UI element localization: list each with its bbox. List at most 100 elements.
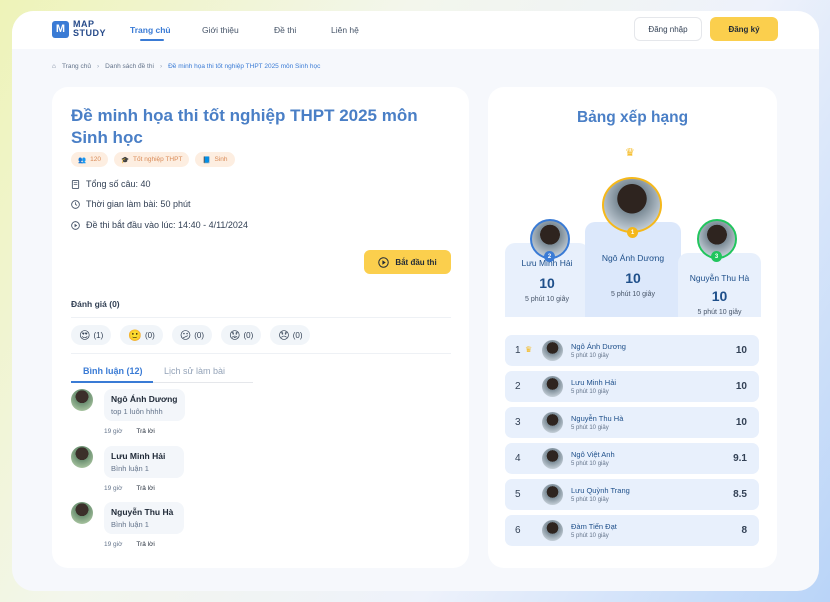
row-rank: 5 [515, 489, 521, 500]
play-circle-icon [378, 256, 390, 268]
tab-underline [153, 382, 253, 383]
leaderboard-row[interactable]: 3 Nguyễn Thu Hà 5 phút 10 giây 10 [505, 407, 759, 438]
logo[interactable]: M MAP STUDY [52, 20, 106, 38]
start-exam-label: Bắt đầu thi [395, 257, 437, 267]
divider [71, 353, 451, 354]
row-rank: 3 [515, 417, 521, 428]
reply-link[interactable]: Trả lời [136, 541, 154, 548]
podium-time: 5 phút 10 giây [611, 291, 655, 298]
nav-about[interactable]: Giới thiệu [202, 25, 252, 35]
comment-bubble: Ngô Ánh Dương top 1 luôn hhhh [104, 389, 185, 421]
row-rank: 4 [515, 453, 521, 464]
avatar [542, 412, 563, 433]
podium-third[interactable]: Nguyễn Thu Hà 10 5 phút 10 giây [678, 253, 761, 317]
home-icon[interactable]: ⌂ [52, 63, 56, 70]
avatar [542, 376, 563, 397]
reply-link[interactable]: Trả lời [136, 428, 154, 435]
comment-author[interactable]: Nguyễn Thu Hà [111, 507, 177, 517]
info-duration: Thời gian làm bài: 50 phút [71, 199, 190, 209]
leaderboard-row[interactable]: 5 Lưu Quỳnh Trang 5 phút 10 giây 8.5 [505, 479, 759, 510]
register-button[interactable]: Đăng ký [710, 17, 778, 41]
app-frame: M MAP STUDY Trang chủ Giới thiệu Đề thi … [12, 11, 819, 591]
avatar[interactable] [71, 502, 93, 524]
reaction-count: (0) [292, 330, 303, 340]
row-name: Nguyễn Thu Hà [571, 414, 624, 423]
comment-bubble: Nguyễn Thu Hà Bình luận 1 [104, 502, 184, 534]
row-rank: 1 [515, 345, 521, 356]
row-rank: 2 [515, 381, 521, 392]
confused-emoji-icon: 😕 [179, 329, 192, 342]
breadcrumb-item-exam-list[interactable]: Danh sách đề thi [105, 63, 154, 70]
crown-icon: ♛ [525, 345, 533, 354]
comment-item: Nguyễn Thu Hà Bình luận 1 19 giờ Trả lời [71, 502, 431, 558]
top-header: M MAP STUDY Trang chủ Giới thiệu Đề thi … [12, 11, 819, 49]
clock-icon [71, 199, 80, 209]
podium-time: 5 phút 10 giây [525, 296, 569, 303]
comment-meta: 19 giờ Trả lời [104, 541, 155, 548]
leaderboard-row[interactable]: 4 Ngô Việt Anh 5 phút 10 giây 9.1 [505, 443, 759, 474]
start-exam-button[interactable]: Bắt đầu thi [364, 250, 451, 274]
row-name: Lưu Minh Hải [571, 378, 617, 387]
nav-exams[interactable]: Đề thi [274, 25, 314, 35]
comment-text: top 1 luôn hhhh [111, 407, 163, 416]
login-button[interactable]: Đăng nhập [634, 17, 702, 41]
leaderboard-title: Bảng xếp hạng [576, 109, 689, 126]
row-time: 5 phút 10 giây [571, 497, 609, 503]
smile-emoji-icon: 🙂 [128, 329, 142, 342]
exam-tags: 👥 120 🎓 Tốt nghiệp THPT 📘 Sinh [71, 152, 235, 167]
info-questions: Tổng số câu: 40 [71, 179, 151, 189]
podium-score: 10 [625, 270, 641, 286]
reaction-count: (1) [93, 330, 104, 340]
reply-link[interactable]: Trả lời [136, 485, 154, 492]
divider [71, 317, 451, 318]
tag-category-label: Tốt nghiệp THPT [133, 156, 183, 163]
row-score: 8 [741, 525, 747, 536]
comment-author[interactable]: Ngô Ánh Dương [111, 394, 178, 404]
reaction-love[interactable]: 😍 (1) [71, 325, 112, 345]
leaderboard-row[interactable]: 1 ♛ Ngô Ánh Dương 5 phút 10 giây 10 [505, 335, 759, 366]
row-time: 5 phút 10 giây [571, 533, 609, 539]
exam-card: Đề minh họa thi tốt nghiệp THPT 2025 môn… [52, 87, 469, 568]
breadcrumb-separator-icon: › [96, 63, 100, 70]
reaction-smile[interactable]: 🙂 (0) [120, 325, 163, 345]
row-score: 10 [735, 345, 747, 356]
comment-meta: 19 giờ Trả lời [104, 428, 155, 435]
reaction-sad[interactable]: 😞 (0) [270, 325, 311, 345]
rating-label: Đánh giá (0) [71, 299, 120, 309]
exam-title: Đề minh họa thi tốt nghiệp THPT 2025 môn… [71, 106, 418, 147]
logo-line2: STUDY [73, 28, 107, 38]
comment-item: Lưu Minh Hải Bình luận 1 19 giờ Trả lời [71, 446, 431, 502]
users-icon: 👥 [78, 156, 87, 164]
crown-icon: ♛ [625, 147, 635, 159]
leaderboard-row[interactable]: 2 Lưu Minh Hải 5 phút 10 giây 10 [505, 371, 759, 402]
row-name: Đàm Tiến Đạt [571, 522, 617, 531]
row-time: 5 phút 10 giây [571, 461, 609, 467]
avatar [542, 484, 563, 505]
avatar [542, 340, 563, 361]
comment-author[interactable]: Lưu Minh Hải [111, 451, 177, 461]
avatar[interactable] [71, 446, 93, 468]
row-name: Lưu Quỳnh Trang [571, 486, 630, 495]
row-score: 9.1 [733, 453, 747, 464]
comment-text: Bình luận 1 [111, 464, 149, 473]
nav-contact[interactable]: Liên hệ [331, 25, 371, 35]
comment-text: Bình luận 1 [111, 520, 149, 529]
tag-attempts-label: 120 [90, 156, 101, 163]
reaction-worried[interactable]: 😟 (0) [220, 325, 262, 345]
avatar[interactable] [71, 389, 93, 411]
leaderboard-row[interactable]: 6 Đàm Tiến Đạt 5 phút 10 giây 8 [505, 515, 759, 546]
reaction-list: 😍 (1) 🙂 (0) 😕 (0) 😟 (0) 😞 (0) [71, 325, 311, 345]
rank-badge: 3 [711, 251, 722, 262]
worried-emoji-icon: 😟 [228, 329, 241, 342]
row-time: 5 phút 10 giây [571, 425, 609, 431]
nav-home[interactable]: Trang chủ [130, 25, 174, 41]
avatar[interactable] [602, 177, 662, 233]
logo-text: MAP STUDY [73, 20, 106, 38]
info-start-time-text: Đề thi bắt đầu vào lúc: 14:40 - 4/11/202… [86, 220, 248, 230]
comment-time: 19 giờ [104, 485, 123, 492]
tab-history[interactable]: Lịch sử làm bài [164, 366, 225, 376]
reaction-confused[interactable]: 😕 (0) [171, 325, 212, 345]
breadcrumb-item-home[interactable]: Trang chủ [62, 63, 91, 70]
sad-emoji-icon: 😞 [278, 329, 290, 342]
tab-comments[interactable]: Bình luận (12) [83, 366, 143, 376]
